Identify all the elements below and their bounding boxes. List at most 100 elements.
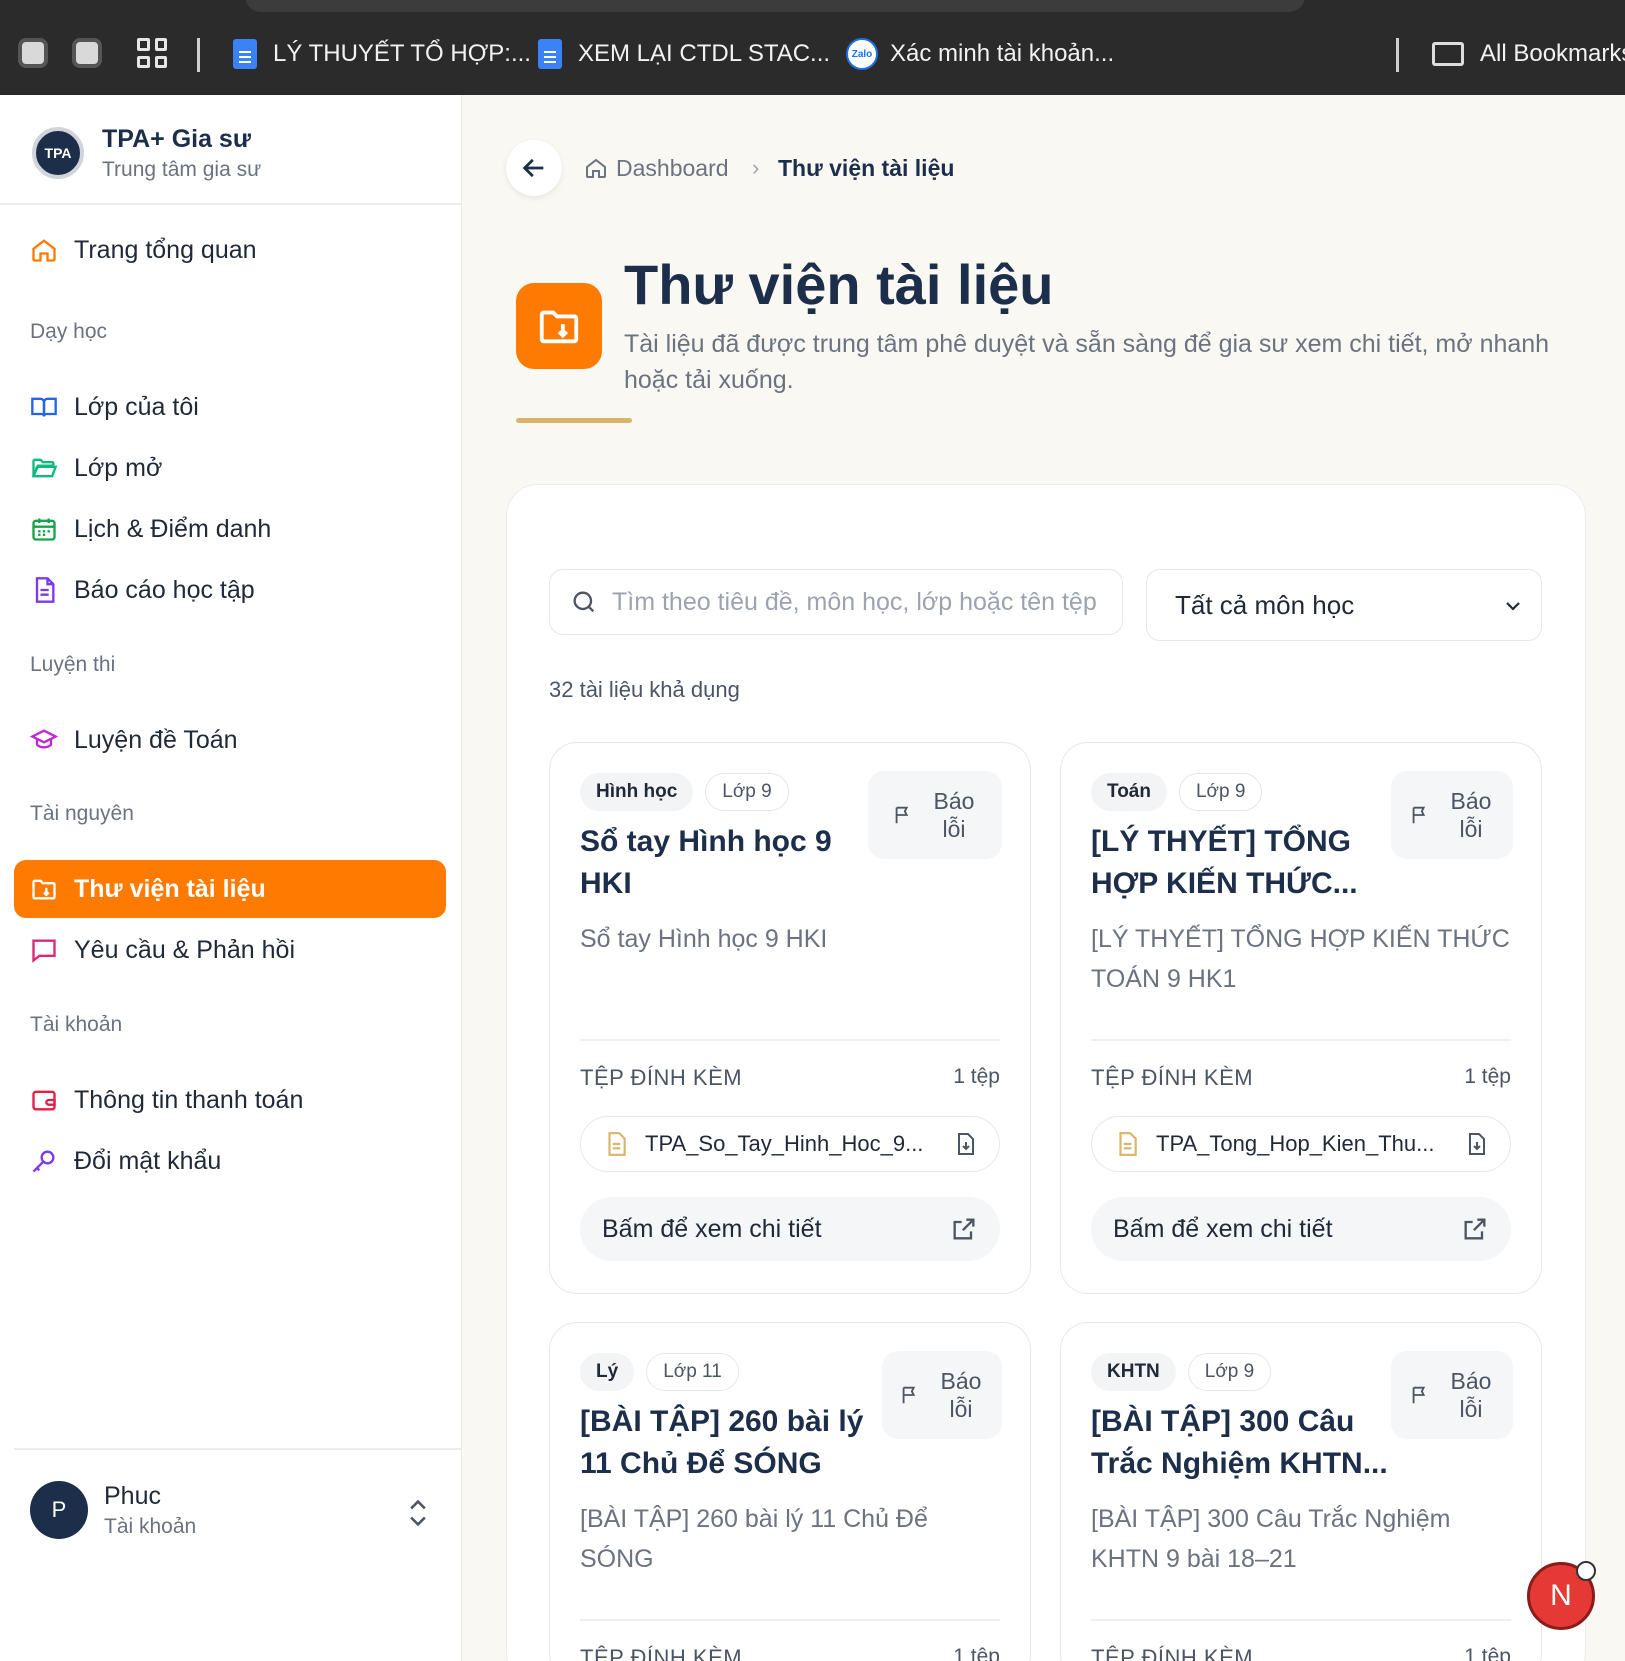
attachments-count: 1 tệp — [953, 1065, 1000, 1088]
brand-title: TPA+ Gia sư — [102, 124, 251, 153]
sidebar: TPA TPA+ Gia sư Trung tâm gia sư Trang t… — [0, 95, 462, 1661]
download-icon[interactable] — [1464, 1132, 1488, 1156]
google-docs-icon — [538, 39, 562, 69]
floating-assistant-button[interactable]: N — [1527, 1561, 1596, 1630]
view-detail-button[interactable]: Bấm để xem chi tiết — [1091, 1197, 1511, 1261]
card-title: [LÝ THYẾT] TỔNG HỢP KIẾN THỨC... — [1091, 825, 1358, 900]
section-label-resources: Tài nguyên — [30, 802, 134, 825]
home-icon — [586, 158, 606, 178]
flag-icon — [902, 1386, 916, 1404]
divider — [14, 1448, 462, 1450]
chevron-up-down-icon[interactable] — [404, 1497, 432, 1529]
page-description: Tài liệu đã được trung tâm phê duyệt và … — [624, 330, 1550, 394]
book-open-icon — [31, 397, 57, 417]
search-input[interactable] — [612, 587, 1102, 617]
separator — [1396, 38, 1399, 72]
divider — [0, 203, 462, 205]
document-count: 32 tài liệu khả dụng — [549, 677, 740, 702]
sidebar-item-open-classes[interactable]: Lớp mở — [14, 439, 446, 497]
grade-chip: Lớp 9 — [1187, 1353, 1272, 1391]
grade-chip: Lớp 9 — [705, 773, 789, 811]
attachments-count: 1 tệp — [953, 1645, 1000, 1661]
user-menu[interactable]: P Phuc Tài khoản — [30, 1478, 196, 1542]
sidebar-item-reports[interactable]: Báo cáo học tập — [14, 561, 446, 619]
breadcrumb-home[interactable]: Dashboard — [584, 152, 729, 184]
file-name: TPA_Tong_Hop_Kien_Thu... — [1156, 1131, 1435, 1156]
subject-chip: Hình học — [580, 773, 694, 811]
bookmark-item[interactable]: Zalo Xác minh tài khoản... — [846, 34, 1114, 74]
document-card[interactable]: Hình học Lớp 9 Báo lỗi Sổ tay Hình học 9… — [549, 742, 1031, 1294]
address-bar[interactable] — [245, 0, 1305, 12]
report-button[interactable]: Báo lỗi — [1391, 771, 1513, 859]
browser-bookmark-bar: LÝ THUYẾT TỔ HỢP:... XEM LẠI CTDL STAC..… — [0, 0, 1625, 95]
attachments-count: 1 tệp — [1464, 1065, 1511, 1088]
divider — [580, 1039, 1000, 1041]
breadcrumb-current: Thư viện tài liệu — [778, 154, 955, 181]
tab-group-icon[interactable] — [72, 38, 102, 68]
sidebar-item-library[interactable]: Thư viện tài liệu — [14, 860, 446, 918]
arrow-left-icon — [522, 158, 544, 178]
flag-icon — [895, 806, 909, 824]
tab-group-icon[interactable] — [18, 38, 48, 68]
view-detail-button[interactable]: Bấm để xem chi tiết — [580, 1197, 1000, 1261]
file-attachment[interactable]: TPA_So_Tay_Hinh_Hoc_9... — [580, 1116, 1000, 1172]
brand-logo: TPA — [32, 127, 84, 179]
calendar-icon — [32, 518, 56, 541]
sidebar-item-schedule[interactable]: Lịch & Điểm danh — [14, 500, 446, 558]
document-card[interactable]: Toán Lớp 9 Báo lỗi [LÝ THYẾT] TỔNG HỢP K… — [1060, 742, 1542, 1294]
sidebar-item-my-classes[interactable]: Lớp của tôi — [14, 378, 446, 436]
subject-chip: KHTN — [1091, 1353, 1176, 1391]
bookmark-item[interactable]: LÝ THUYẾT TỔ HỢP:... — [233, 34, 531, 74]
grade-chip: Lớp 11 — [646, 1353, 739, 1391]
zalo-icon: Zalo — [846, 38, 878, 70]
subject-select[interactable]: Tất cả môn học — [1146, 569, 1542, 641]
card-title: Sổ tay Hình học 9 HKI — [580, 825, 832, 900]
report-button[interactable]: Báo lỗi — [868, 771, 1002, 859]
section-label-account: Tài khoản — [30, 1013, 123, 1036]
external-link-icon — [1464, 1218, 1486, 1240]
back-button[interactable] — [506, 140, 562, 196]
card-description: [LÝ THYẾT] TỔNG HỢP KIẾN THỨC TOÁN 9 HK1 — [1091, 925, 1510, 993]
card-title: [BÀI TẬP] 260 bài lý 11 Chủ Để SÓNG — [580, 1405, 864, 1480]
sidebar-item-overview[interactable]: Trang tổng quan — [14, 221, 446, 279]
all-bookmarks-button[interactable]: All Bookmarks — [1432, 34, 1625, 74]
attachments-label: TỆP ĐÍNH KÈM — [580, 1645, 743, 1661]
brand-subtitle: Trung tâm gia sư — [102, 157, 262, 181]
sidebar-item-feedback[interactable]: Yêu cầu & Phản hồi — [14, 921, 446, 979]
card-description: Sổ tay Hình học 9 HKI — [580, 925, 828, 953]
divider — [1091, 1039, 1511, 1041]
document-card[interactable]: Lý Lớp 11 Báo lỗi [BÀI TẬP] 260 bài lý 1… — [549, 1322, 1031, 1661]
sidebar-item-math-practice[interactable]: Luyện đề Toán — [14, 711, 446, 769]
brand[interactable]: TPA TPA+ Gia sư Trung tâm gia sư — [32, 123, 261, 183]
section-label-exam: Luyện thi — [30, 653, 116, 676]
flag-icon — [1412, 806, 1426, 824]
file-attachment[interactable]: TPA_Tong_Hop_Kien_Thu... — [1091, 1116, 1511, 1172]
title-underline — [516, 418, 632, 423]
search-icon — [573, 591, 595, 613]
chevron-down-icon — [1506, 602, 1520, 611]
apps-grid-icon[interactable] — [137, 38, 167, 68]
attachments-label: TỆP ĐÍNH KÈM — [1091, 1645, 1254, 1661]
sidebar-item-change-password[interactable]: Đổi mật khẩu — [14, 1132, 446, 1190]
section-label-teaching: Dạy học — [30, 320, 108, 343]
separator — [197, 38, 200, 72]
card-title: [BÀI TẬP] 300 Câu Trắc Nghiệm KHTN... — [1091, 1405, 1388, 1480]
message-icon — [32, 939, 56, 963]
bookmark-item[interactable]: XEM LẠI CTDL STAC... — [538, 34, 830, 74]
user-name: Phuc — [104, 1481, 161, 1510]
report-button[interactable]: Báo lỗi — [1391, 1351, 1513, 1439]
report-button[interactable]: Báo lỗi — [882, 1351, 1002, 1439]
document-icon — [35, 577, 55, 603]
document-card[interactable]: KHTN Lớp 9 Báo lỗi [BÀI TẬP] 300 Câu Trắ… — [1060, 1322, 1542, 1661]
home-icon — [32, 239, 56, 262]
user-role: Tài khoản — [104, 1514, 197, 1538]
card-description: [BÀI TẬP] 300 Câu Trắc Nghiệm KHTN 9 bài… — [1091, 1505, 1451, 1573]
search-box[interactable] — [549, 569, 1123, 635]
external-link-icon — [953, 1218, 975, 1240]
file-name: TPA_So_Tay_Hinh_Hoc_9... — [645, 1131, 924, 1156]
folder-icon — [32, 879, 56, 900]
subject-chip: Lý — [580, 1353, 635, 1391]
download-icon[interactable] — [953, 1132, 977, 1156]
sidebar-item-payment[interactable]: Thông tin thanh toán — [14, 1071, 446, 1129]
attachments-label: TỆP ĐÍNH KÈM — [1091, 1065, 1254, 1090]
